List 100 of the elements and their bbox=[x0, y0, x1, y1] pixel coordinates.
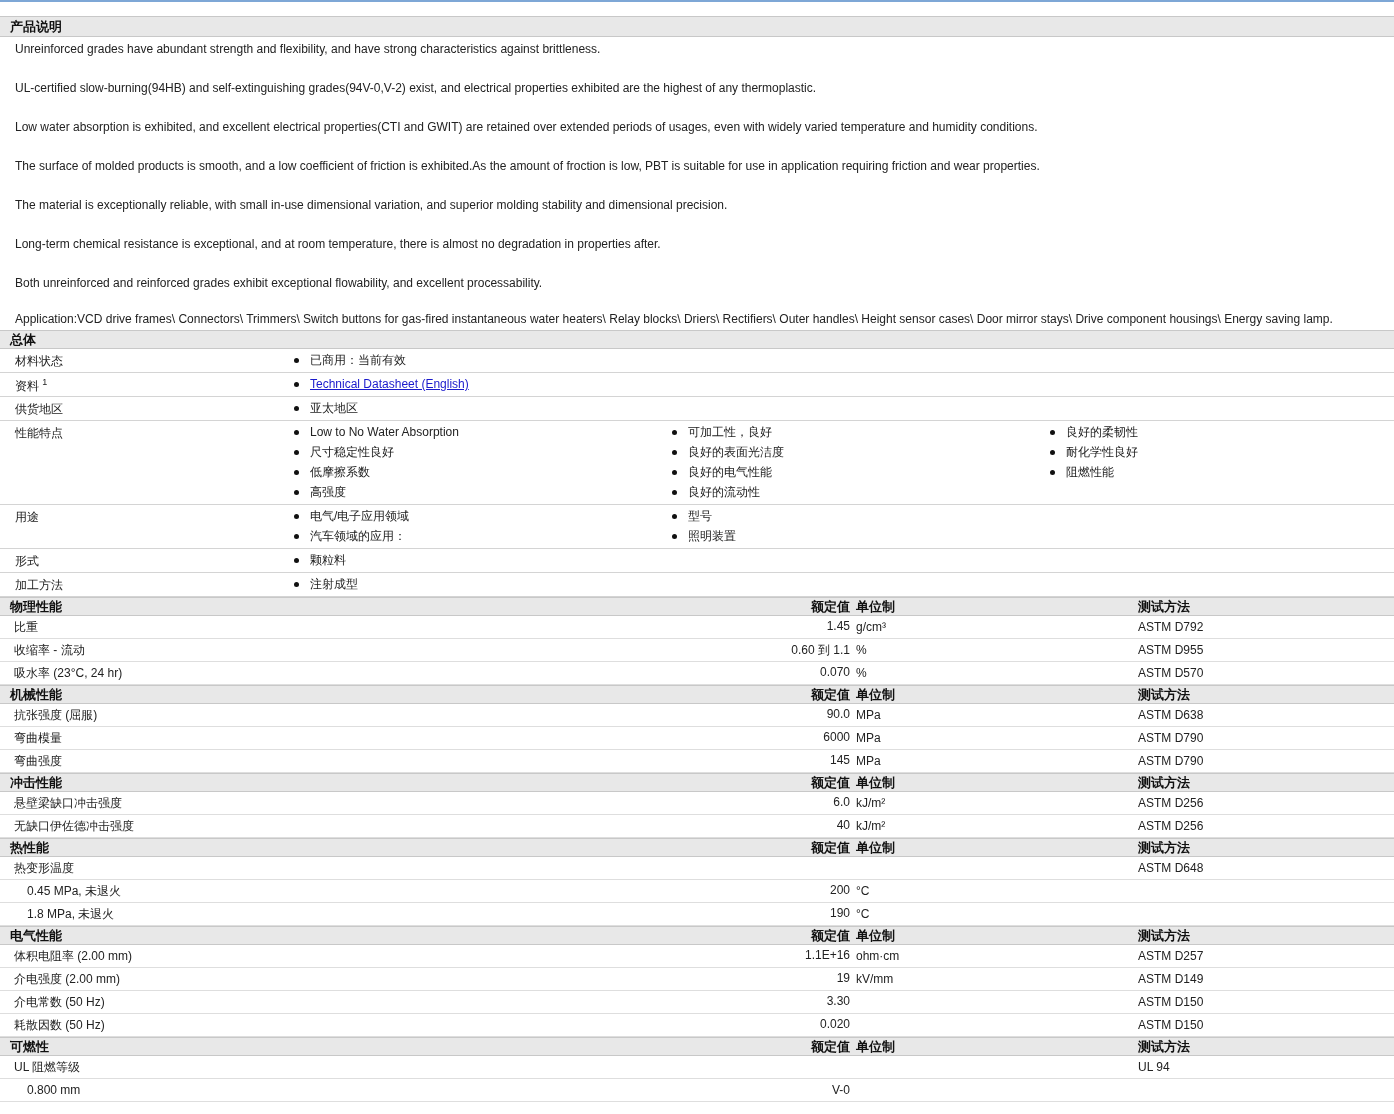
description-paragraph: Unreinforced grades have abundant strength and flexibility, and have strong characteristics against brittleness. bbox=[14, 41, 602, 58]
property-name: 0.800 mm bbox=[26, 1083, 81, 1097]
property-value: 200 bbox=[829, 882, 850, 899]
property-value: 良好的表面光洁度 bbox=[688, 443, 784, 461]
property-value: 0.020 bbox=[819, 1016, 850, 1033]
description-paragraph: The material is exceptionally reliable, with small in-use dimensional variation, and superior molding stability and dimensional precision. bbox=[14, 197, 729, 214]
datasheet-link[interactable]: Technical Datasheet (English) bbox=[310, 377, 469, 391]
column-heading: 额定值 bbox=[811, 1038, 850, 1056]
test-method: ASTM D638 bbox=[1138, 708, 1204, 722]
section-title: 可燃性 bbox=[9, 1038, 49, 1056]
column-heading: 额定值 bbox=[811, 598, 850, 616]
property-name: 悬壁梁缺口冲击强度 bbox=[13, 794, 122, 812]
column-heading: 测试方法 bbox=[1138, 1038, 1191, 1056]
property-label: 加工方法 bbox=[14, 577, 64, 594]
column-heading: 单位制 bbox=[855, 839, 896, 857]
unit: kJ/m² bbox=[855, 819, 886, 833]
property-name: 比重 bbox=[13, 618, 38, 636]
test-method: ASTM D790 bbox=[1138, 731, 1204, 745]
bullet-icon bbox=[294, 513, 299, 519]
bullet-icon bbox=[294, 469, 299, 475]
property-name: 吸水率 (23°C, 24 hr) bbox=[13, 664, 123, 682]
property-label: 形式 bbox=[14, 553, 40, 570]
property-value: 亚太地区 bbox=[310, 399, 358, 417]
property-value: 颗粒料 bbox=[310, 551, 346, 569]
bullet-icon bbox=[294, 429, 299, 435]
property-name: 耗散因数 (50 Hz) bbox=[13, 1016, 105, 1034]
column-heading: 单位制 bbox=[855, 686, 896, 704]
unit: °C bbox=[855, 907, 870, 921]
property-label: 用途 bbox=[14, 509, 40, 526]
column-heading: 单位制 bbox=[855, 927, 896, 945]
property-value: 注射成型 bbox=[310, 575, 358, 593]
test-method: UL 94 bbox=[1138, 1060, 1170, 1074]
bullet-icon bbox=[294, 357, 299, 363]
property-name: 介电强度 (2.00 mm) bbox=[13, 970, 120, 988]
test-method: ASTM D256 bbox=[1138, 819, 1204, 833]
test-method: ASTM D150 bbox=[1138, 1018, 1204, 1032]
property-label: 材料状态 bbox=[14, 353, 64, 370]
test-method: ASTM D955 bbox=[1138, 643, 1204, 657]
unit: kV/mm bbox=[855, 972, 894, 986]
unit: kJ/m² bbox=[855, 796, 886, 810]
bullet-icon bbox=[294, 557, 299, 563]
description-paragraph: Low water absorption is exhibited, and excellent electrical properties(CTI and GWIT) are retained over extended periods of usages, even with widely varied temperature and humidity conditions. bbox=[14, 119, 1039, 136]
bullet-icon bbox=[294, 405, 299, 411]
property-value: 照明装置 bbox=[688, 527, 736, 545]
property-value: 90.0 bbox=[826, 706, 850, 723]
section-title: 冲击性能 bbox=[9, 774, 62, 792]
column-heading: 测试方法 bbox=[1138, 686, 1191, 704]
column-heading: 额定值 bbox=[811, 927, 850, 945]
section-title: 电气性能 bbox=[9, 927, 62, 945]
section-title: 机械性能 bbox=[8, 686, 62, 704]
property-value: 耐化学性良好 bbox=[1066, 443, 1138, 461]
property-value: 145 bbox=[829, 752, 850, 769]
test-method: ASTM D648 bbox=[1138, 861, 1204, 875]
property-value: 良好的流动性 bbox=[688, 483, 760, 501]
property-value: Low to No Water Absorption bbox=[310, 425, 459, 439]
description-paragraph: Application:VCD drive frames\ Connectors\ Trimmers\ Switch buttons for gas-fired instantaneous water heaters\ Relay blocks\ Driers\ Rectifiers\ Outer handles\ Height sensor cases\ Door mirror stays\ Drive component housings\ Energy saving lamp. bbox=[14, 311, 1334, 328]
property-value: 低摩擦系数 bbox=[310, 463, 370, 481]
property-value: 可加工性，良好 bbox=[688, 423, 772, 441]
unit: MPa bbox=[855, 731, 881, 745]
bullet-icon bbox=[294, 489, 299, 495]
property-name: 1.8 MPa, 未退火 bbox=[26, 905, 115, 923]
bullet-icon bbox=[294, 449, 299, 455]
property-value: 40 bbox=[836, 817, 850, 834]
property-value: 1.1E+16 bbox=[804, 947, 850, 964]
property-value: 尺寸稳定性良好 bbox=[310, 443, 394, 461]
bullet-icon bbox=[672, 469, 677, 475]
property-value: 电气/电子应用领域 bbox=[310, 507, 410, 525]
property-name: 无缺口伊佐德冲击强度 bbox=[13, 817, 134, 835]
bullet-icon bbox=[1050, 429, 1055, 435]
property-value: 190 bbox=[829, 905, 850, 922]
property-name: 0.45 MPa, 未退火 bbox=[26, 882, 122, 900]
unit: MPa bbox=[855, 754, 881, 768]
section-title: 总体 bbox=[0, 330, 1394, 349]
test-method: ASTM D790 bbox=[1138, 754, 1204, 768]
property-value: 1.45 bbox=[826, 618, 850, 635]
unit: % bbox=[855, 643, 867, 657]
section-title: 物理性能 bbox=[9, 598, 62, 616]
property-label: 性能特点 bbox=[14, 425, 64, 442]
test-method: ASTM D256 bbox=[1138, 796, 1204, 810]
test-method: ASTM D257 bbox=[1138, 949, 1204, 963]
property-name: 抗张强度 (屈服) bbox=[13, 706, 98, 724]
property-name: 弯曲强度 bbox=[13, 752, 62, 770]
property-value: 6000 bbox=[823, 729, 850, 746]
bullet-icon bbox=[672, 429, 677, 435]
property-value: 高强度 bbox=[310, 483, 346, 501]
column-heading: 额定值 bbox=[811, 774, 850, 792]
property-value: 汽车领域的应用： bbox=[310, 527, 406, 545]
column-heading: 额定值 bbox=[811, 686, 850, 704]
test-method: ASTM D570 bbox=[1138, 666, 1204, 680]
bullet-icon bbox=[294, 581, 299, 587]
bullet-icon bbox=[1050, 469, 1055, 475]
description-paragraph: Long-term chemical resistance is exceptional, and at room temperature, there is almost no degradation in properties after. bbox=[14, 236, 662, 253]
test-method: ASTM D149 bbox=[1138, 972, 1204, 986]
column-heading: 单位制 bbox=[855, 1038, 896, 1056]
column-heading: 测试方法 bbox=[1138, 598, 1191, 616]
test-method: ASTM D792 bbox=[1138, 620, 1204, 634]
column-heading: 单位制 bbox=[855, 774, 896, 792]
description-paragraph: Both unreinforced and reinforced grades exhibit exceptional flowability, and excellent processability. bbox=[14, 275, 544, 292]
property-value: 0.070 bbox=[819, 664, 850, 681]
property-value: 0.60 到 1.1 bbox=[791, 641, 850, 659]
